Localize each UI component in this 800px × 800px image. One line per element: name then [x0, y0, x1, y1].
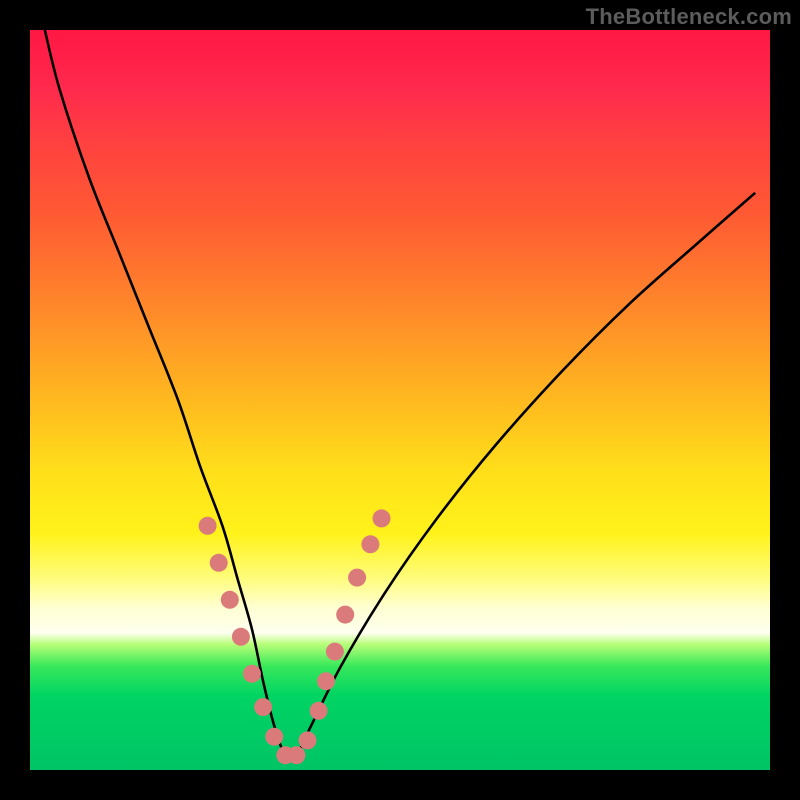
highlight-dot: [348, 569, 366, 587]
dots-group: [199, 509, 391, 764]
highlight-dot: [210, 554, 228, 572]
highlight-dot: [373, 509, 391, 527]
highlight-dot: [221, 591, 239, 609]
highlight-dot: [361, 535, 379, 553]
highlight-dot: [287, 746, 305, 764]
highlight-dot: [243, 665, 261, 683]
watermark-text: TheBottleneck.com: [586, 4, 792, 30]
highlight-dot: [336, 606, 354, 624]
highlight-dot: [199, 517, 217, 535]
highlight-dot: [310, 702, 328, 720]
v-curve-line: [45, 30, 755, 759]
highlight-dot: [317, 672, 335, 690]
outer-frame: TheBottleneck.com: [0, 0, 800, 800]
chart-svg: [30, 30, 770, 770]
highlight-dot: [254, 698, 272, 716]
highlight-dot: [299, 731, 317, 749]
highlight-dot: [265, 728, 283, 746]
curve-group: [45, 30, 755, 759]
highlight-dot: [326, 643, 344, 661]
highlight-dot: [232, 628, 250, 646]
